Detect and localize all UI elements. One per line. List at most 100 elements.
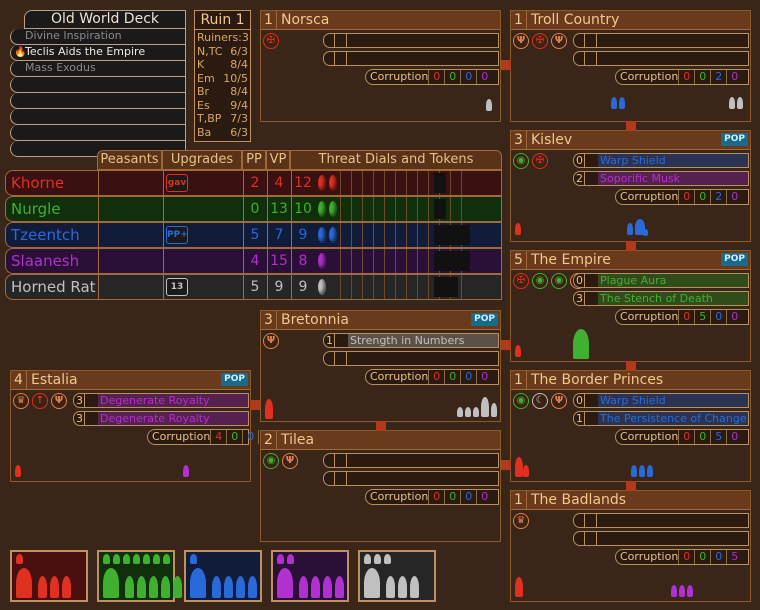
threat-token[interactable]: [318, 227, 326, 243]
region-token-icon[interactable]: ◉: [551, 273, 567, 289]
cultist-figure[interactable]: [515, 577, 523, 597]
corruption-value: 0: [726, 310, 742, 324]
region-token-icon[interactable]: ✠: [532, 153, 548, 169]
region-tilea[interactable]: 2 Tilea ◉ Ψ Corruption 0 0 0 0: [260, 430, 501, 542]
card-slot[interactable]: [323, 33, 499, 48]
card-slot[interactable]: [323, 351, 499, 366]
region-estalia[interactable]: 4 Estalia POP ♛ ↑ Ψ 3 Degenerate Royalty 3 Degene…: [10, 370, 270, 482]
cultist-figure[interactable]: [671, 585, 677, 597]
cultist-figure[interactable]: [465, 407, 471, 417]
cultist-figure[interactable]: [523, 465, 529, 477]
deck-card[interactable]: Divine Inspiration: [10, 29, 186, 45]
cultist-figure[interactable]: [486, 99, 492, 111]
card-slot[interactable]: 0 Plague Aura: [573, 273, 749, 288]
cultist-figure[interactable]: [15, 465, 21, 477]
threat-token[interactable]: [329, 175, 337, 191]
card-slot[interactable]: [573, 51, 749, 66]
cultist-figure[interactable]: [679, 585, 685, 597]
cultist-figure[interactable]: [737, 97, 743, 109]
threat-token[interactable]: [318, 201, 326, 217]
region-token-icon[interactable]: ◉: [513, 153, 529, 169]
cultist-figure[interactable]: [573, 329, 589, 359]
cultist-figure[interactable]: [473, 407, 479, 417]
cultist-figure[interactable]: [729, 97, 735, 109]
reserve-pool[interactable]: [184, 550, 262, 602]
cultist-figure[interactable]: [491, 403, 497, 417]
region-name: The Border Princes: [531, 372, 664, 388]
region-token-icon[interactable]: ◉: [532, 273, 548, 289]
cultist-figure[interactable]: [639, 465, 645, 477]
card-slot[interactable]: 3 Degenerate Royalty: [73, 411, 249, 426]
card-slot[interactable]: 1 The Persistence of Change: [573, 411, 749, 426]
threat-token[interactable]: [318, 279, 326, 295]
deck-card[interactable]: Mass Exodus: [10, 61, 186, 77]
region-token-icon[interactable]: ◉: [263, 453, 279, 469]
region-token-icon[interactable]: Ψ: [551, 33, 567, 49]
reserve-pool[interactable]: [358, 550, 436, 602]
region-token-icon[interactable]: Ψ: [51, 393, 67, 409]
region-token-icon[interactable]: ✠: [263, 33, 279, 49]
region-token-icon[interactable]: ↑: [32, 393, 48, 409]
card-slot[interactable]: [573, 531, 749, 546]
threat-token[interactable]: [318, 175, 326, 191]
region-token-icon[interactable]: ✠: [532, 33, 548, 49]
deck-card[interactable]: 🔥 Teclis Aids the Empire: [10, 45, 186, 61]
cultist-figure[interactable]: [627, 223, 633, 235]
card-slot[interactable]: [573, 513, 749, 528]
cultist-figure[interactable]: [687, 585, 693, 597]
threat-token[interactable]: [318, 253, 326, 269]
cultist-figure[interactable]: [481, 397, 489, 417]
region-empire[interactable]: 5The EmpirePOP✠◉◉Ψ0Plague Aura3The Stenc…: [510, 250, 751, 362]
threat-token[interactable]: [329, 201, 337, 217]
region-token-icon[interactable]: Ψ: [513, 33, 529, 49]
threat-token[interactable]: [329, 227, 337, 243]
card-slot[interactable]: 2 Soporific Musk: [573, 171, 749, 186]
cultist-figure[interactable]: [611, 97, 617, 109]
reserve-pool[interactable]: [97, 550, 194, 602]
cultist-figure[interactable]: [515, 223, 521, 235]
card-slot[interactable]: 3 The Stench of Death: [573, 291, 749, 306]
region-token-icon[interactable]: Ψ: [263, 333, 279, 349]
region-bretonnia[interactable]: 3 Bretonnia POP Ψ 1 Strength in Numbers Corrup…: [260, 310, 501, 422]
deck-card[interactable]: [10, 77, 186, 93]
region-token-icon[interactable]: Ψ: [551, 393, 567, 409]
deck-card[interactable]: [10, 93, 186, 109]
deck-card[interactable]: [10, 109, 186, 125]
region-token-icon[interactable]: ✠: [513, 273, 529, 289]
region-badlands[interactable]: 1 The Badlands ♛ Corruption 0 0 0 5: [510, 490, 751, 602]
dial-cell: [417, 275, 418, 299]
cultist-figure[interactable]: [457, 407, 463, 417]
region-border[interactable]: 1 The Border Princes ◉ ☾ Ψ 0 Warp Shield 1 The P…: [510, 370, 751, 482]
reserve-pool[interactable]: [10, 550, 88, 602]
card-slot[interactable]: [323, 471, 499, 486]
card-slot[interactable]: 1 Strength in Numbers: [323, 333, 499, 348]
deck-card[interactable]: [10, 125, 186, 141]
cultist-figure[interactable]: [631, 465, 637, 477]
upgrade-icon[interactable]: PP+: [166, 226, 188, 244]
region-kislev[interactable]: 3 Kislev POP ◉ ✠ 0 Warp Shield 2 Soporific Musk C…: [510, 130, 751, 242]
cultist-figure[interactable]: [619, 97, 625, 109]
region-token-icon[interactable]: ♛: [513, 513, 529, 529]
card-slot[interactable]: [323, 51, 499, 66]
region-troll[interactable]: 1 Troll Country Ψ ✠ Ψ Corruption 0 0 2 0: [510, 10, 751, 122]
region-token-icon[interactable]: Ψ: [282, 453, 298, 469]
cultist-figure[interactable]: [515, 457, 523, 477]
card-slot[interactable]: 0 Warp Shield: [573, 153, 749, 168]
cultist-figure[interactable]: [647, 465, 653, 477]
region-norsca[interactable]: 1 Norsca ✠ Corruption 0 0 0 0: [260, 10, 501, 122]
cultist-figure[interactable]: [183, 465, 189, 477]
cultist-figure[interactable]: [515, 345, 521, 357]
cultist-figure[interactable]: [265, 399, 273, 419]
card-slot[interactable]: 0 Warp Shield: [573, 393, 749, 408]
corruption-value: 0: [694, 550, 710, 564]
upgrade-icon[interactable]: 13: [166, 278, 188, 296]
card-slot[interactable]: [323, 453, 499, 468]
card-slot[interactable]: [573, 33, 749, 48]
card-slot[interactable]: 3 Degenerate Royalty: [73, 393, 249, 408]
upgrade-icon[interactable]: gav: [166, 174, 188, 192]
region-token-icon[interactable]: ☾: [532, 393, 548, 409]
reserve-pool[interactable]: [271, 550, 349, 602]
cultist-figure[interactable]: [643, 229, 648, 236]
region-token-icon[interactable]: ◉: [513, 393, 529, 409]
region-token-icon[interactable]: ♛: [13, 393, 29, 409]
